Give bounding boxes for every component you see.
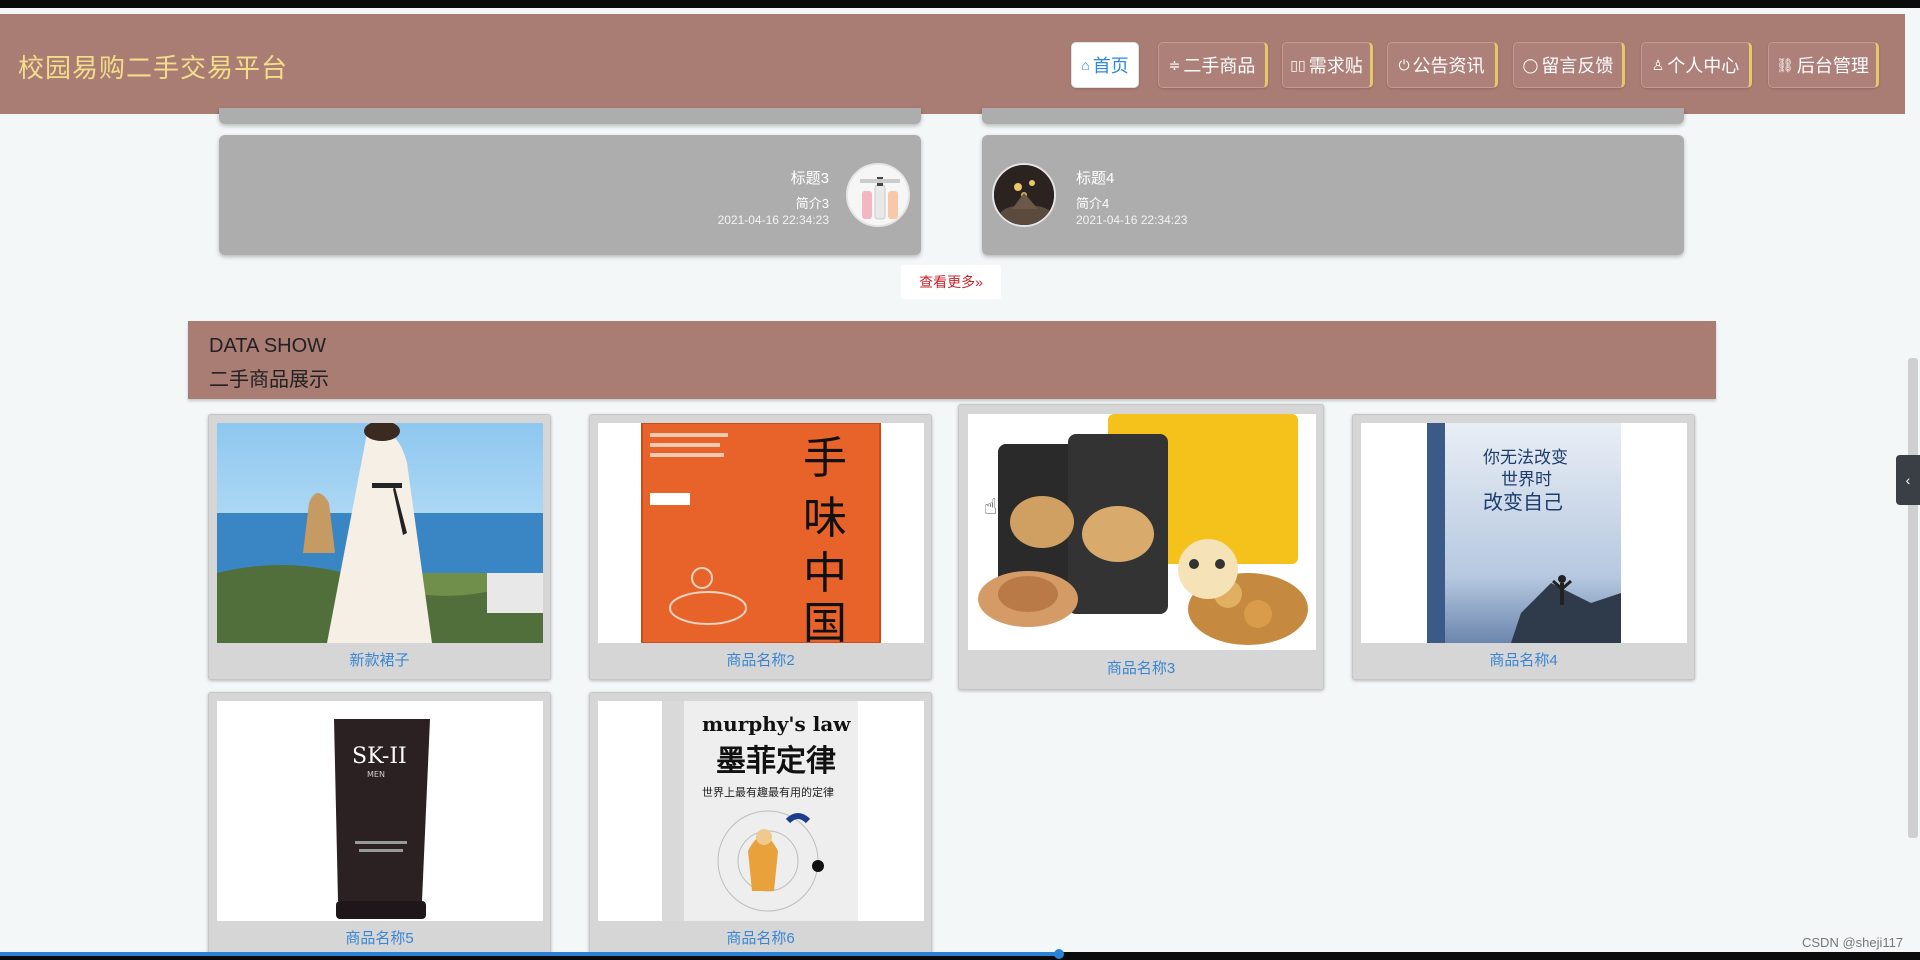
news-title: 标题3 xyxy=(790,170,829,187)
nav-second-hand[interactable]: ≑ 二手商品 xyxy=(1158,42,1268,88)
product-name[interactable]: 商品名称4 xyxy=(1353,649,1694,670)
video-progress-bar[interactable] xyxy=(0,952,1060,956)
product-image[interactable]: SK-II MEN xyxy=(217,701,543,921)
hand-cursor-icon: ☝ xyxy=(984,494,998,519)
product-name[interactable]: 商品名称5 xyxy=(209,927,550,948)
view-more-label: 查看更多 xyxy=(919,274,976,290)
svg-text:墨菲定律: 墨菲定律 xyxy=(716,744,836,779)
svg-text:SK-II: SK-II xyxy=(352,744,407,769)
nav-user-center-label: 个人中心 xyxy=(1667,56,1740,76)
product-name[interactable]: 商品名称2 xyxy=(590,649,931,670)
page-scrollbar[interactable] xyxy=(1908,358,1918,838)
svg-text:世界时: 世界时 xyxy=(1501,470,1552,490)
video-progress-handle[interactable] xyxy=(1054,949,1064,959)
view-more-button[interactable]: 查看更多 » xyxy=(901,265,1001,299)
site-brand[interactable]: 校园易购二手交易平台 xyxy=(18,48,288,85)
product-card[interactable]: SK-II MEN 商品名称5 xyxy=(208,692,551,958)
svg-text:国: 国 xyxy=(803,598,847,643)
watermark: CSDN @sheji117 xyxy=(1802,935,1904,950)
double-chevron-right-icon: » xyxy=(975,274,983,290)
svg-text:世界上最有趣最有用的定律: 世界上最有趣最有用的定律 xyxy=(702,785,834,799)
nav-admin-label: 后台管理 xyxy=(1796,56,1869,76)
nav-feedback[interactable]: ◯ 留言反馈 xyxy=(1513,42,1625,88)
site-header: 校园易购二手交易平台 ⌂ 首页 ≑ 二手商品 ▯▯ 需求贴 ⏻ 公告资讯 ◯ 留… xyxy=(0,14,1905,114)
product-card[interactable]: 手 味 中 国 商品名称2 xyxy=(589,414,932,680)
news-title: 标题4 xyxy=(1076,170,1115,187)
product-card[interactable]: 新款裙子 xyxy=(208,414,551,680)
product-card[interactable]: 你无法改变 世界时 改变自己 商品名称4 xyxy=(1352,414,1695,680)
product-image[interactable]: murphy's law 墨菲定律 世界上最有趣最有用的定律 xyxy=(598,701,924,921)
window-top-edge xyxy=(0,0,1920,8)
nav-feedback-label: 留言反馈 xyxy=(1541,56,1614,76)
power-icon: ⏻ xyxy=(1398,56,1410,73)
news-card-prev-left[interactable] xyxy=(219,108,921,124)
sliders-icon: ≑ xyxy=(1168,56,1181,73)
nav-demands-label: 需求贴 xyxy=(1308,56,1363,76)
chevron-left-icon: ‹ xyxy=(1905,472,1911,488)
link-icon: ⛓ xyxy=(1776,56,1794,73)
news-card-prev-right[interactable] xyxy=(982,108,1684,124)
product-image[interactable]: 你无法改变 世界时 改变自己 xyxy=(1361,423,1687,643)
product-image[interactable]: 手 味 中 国 xyxy=(598,423,924,643)
nav-demands[interactable]: ▯▯ 需求贴 xyxy=(1282,42,1373,88)
news-summary: 简介4 xyxy=(1076,196,1110,211)
nav-admin[interactable]: ⛓ 后台管理 xyxy=(1768,42,1879,88)
svg-text:改变自己: 改变自己 xyxy=(1483,490,1563,514)
nav-user-center[interactable]: ♙ 个人中心 xyxy=(1641,42,1752,88)
nav-second-hand-label: 二手商品 xyxy=(1183,56,1256,76)
svg-text:中: 中 xyxy=(803,548,847,599)
nav-home-label: 首页 xyxy=(1092,56,1129,76)
svg-text:手: 手 xyxy=(803,433,847,484)
product-card[interactable]: 商品名称3 xyxy=(958,404,1324,690)
section-header: DATA SHOW 二手商品展示 xyxy=(188,321,1716,399)
home-icon: ⌂ xyxy=(1081,57,1090,73)
nav-notices[interactable]: ⏻ 公告资讯 xyxy=(1387,42,1498,88)
news-date: 2021-04-16 22:34:23 xyxy=(1076,213,1188,227)
news-thumbnail xyxy=(992,163,1056,227)
chat-bubble-icon: ◯ xyxy=(1522,56,1539,73)
product-name[interactable]: 新款裙子 xyxy=(209,649,550,670)
nav-notices-label: 公告资讯 xyxy=(1412,56,1485,76)
section-title-cn: 二手商品展示 xyxy=(209,369,329,391)
svg-text:murphy's law: murphy's law xyxy=(702,712,851,736)
side-panel-toggle[interactable]: ‹ xyxy=(1896,455,1920,505)
news-date: 2021-04-16 22:34:23 xyxy=(717,213,829,227)
news-thumbnail xyxy=(846,163,910,227)
product-name[interactable]: 商品名称3 xyxy=(959,657,1323,678)
product-image[interactable] xyxy=(217,423,543,643)
product-image[interactable] xyxy=(968,414,1316,650)
product-card[interactable]: murphy's law 墨菲定律 世界上最有趣最有用的定律 商品名称6 xyxy=(589,692,932,958)
svg-text:味: 味 xyxy=(803,493,847,544)
section-title-en: DATA SHOW xyxy=(209,335,327,357)
svg-text:你无法改变: 你无法改变 xyxy=(1483,448,1568,468)
nav-home[interactable]: ⌂ 首页 xyxy=(1071,42,1139,88)
news-summary: 简介3 xyxy=(795,196,829,211)
columns-icon: ▯▯ xyxy=(1290,56,1306,73)
news-card[interactable]: 标题4 简介4 2021-04-16 22:34:23 xyxy=(982,135,1684,255)
product-name[interactable]: 商品名称6 xyxy=(590,927,931,948)
news-card[interactable]: 标题3 简介3 2021-04-16 22:34:23 xyxy=(219,135,921,255)
svg-text:MEN: MEN xyxy=(367,770,385,779)
user-icon: ♙ xyxy=(1651,56,1665,73)
